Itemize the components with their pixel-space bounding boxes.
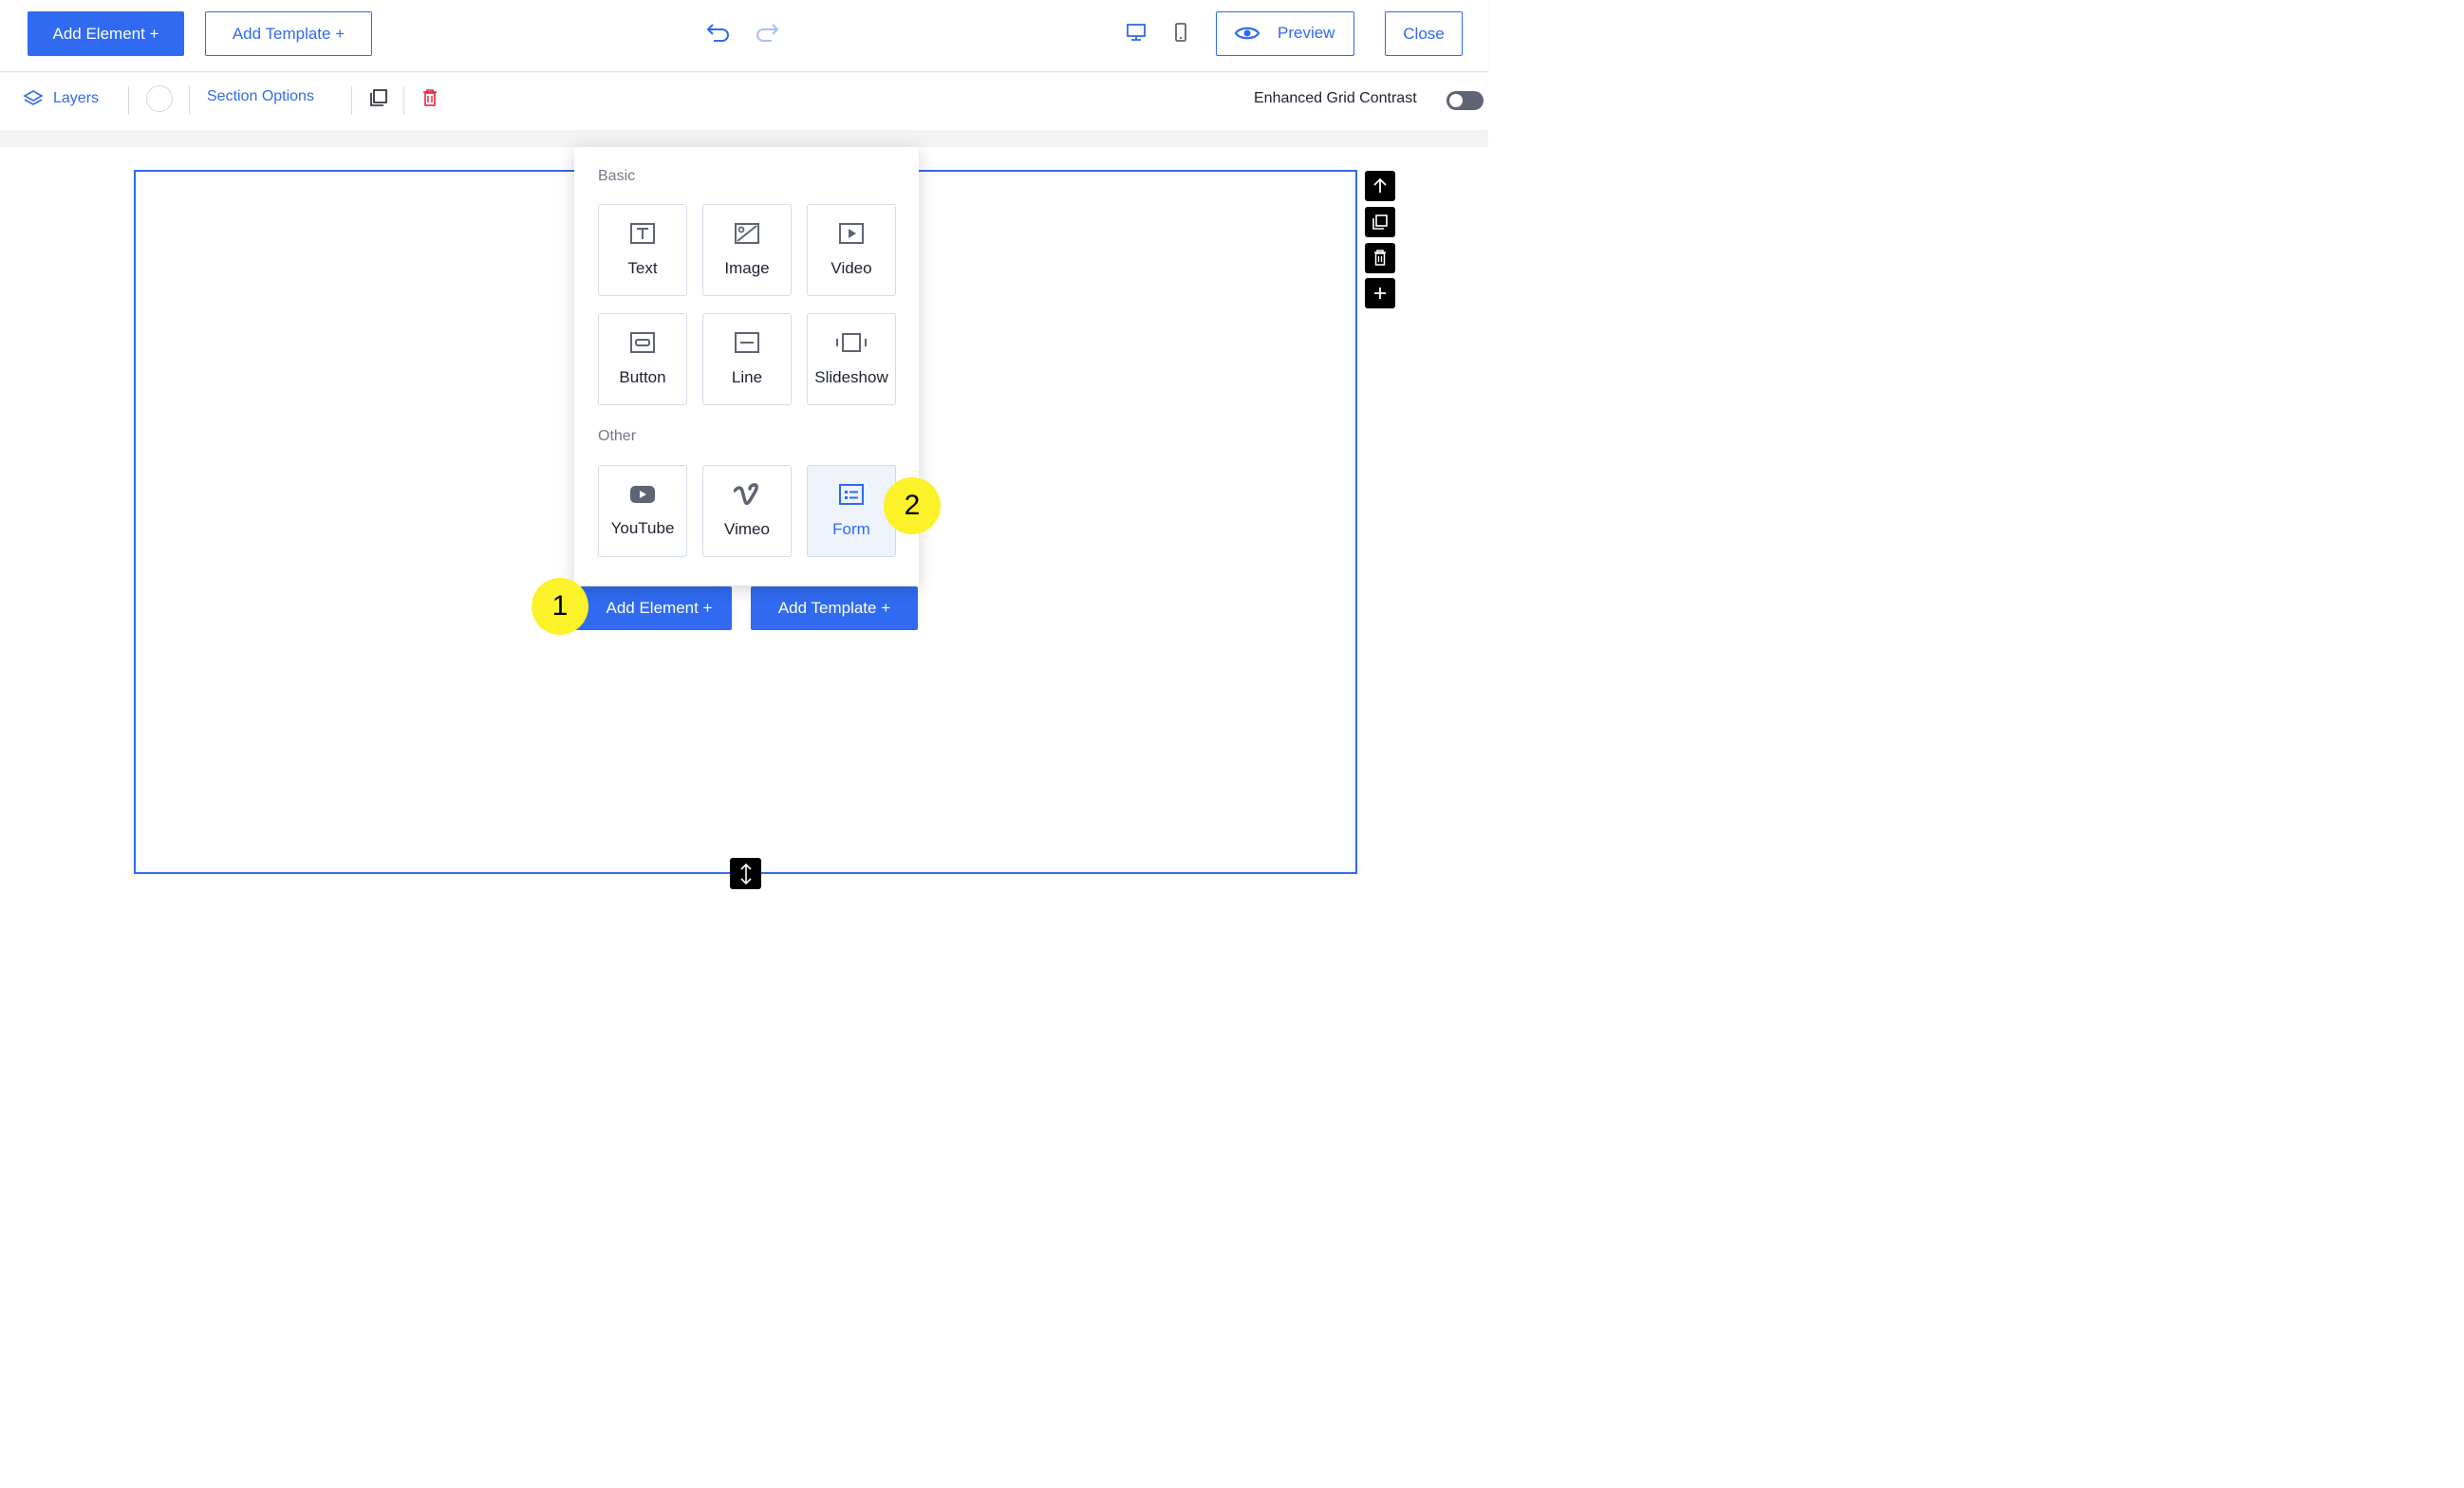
button-icon [629,331,656,359]
section-side-tools [1365,171,1395,309]
tile-label: Button [619,368,666,386]
add-section-icon[interactable] [1365,278,1395,308]
form-icon [838,483,865,511]
image-icon [734,222,760,250]
slideshow-icon [835,331,868,359]
element-tile-text[interactable]: Text [598,204,687,296]
canvas-add-element-label: Add Element + [606,599,713,617]
video-icon [838,222,865,250]
move-up-icon[interactable] [1365,171,1395,201]
desktop-icon[interactable] [1120,16,1152,48]
section-color-swatch[interactable] [146,85,173,112]
trash-icon[interactable] [419,86,441,109]
step-badge-1: 1 [532,578,588,635]
section-toolbar: Layers Section Options Enhanced Grid Con… [0,73,1488,130]
eye-icon [1233,23,1261,44]
tile-label: YouTube [610,519,675,537]
divider [351,86,352,115]
duplicate-icon[interactable] [367,86,390,109]
resize-handle-icon[interactable] [730,858,761,889]
youtube-icon [629,484,656,510]
divider [403,86,404,115]
section-options-button[interactable]: Section Options [207,88,314,105]
group-label-other: Other [598,428,637,444]
canvas-add-template-button[interactable]: Add Template + [751,586,918,630]
add-element-button[interactable]: Add Element + [28,11,184,56]
layers-label: Layers [53,90,100,106]
tile-label: Form [832,520,870,538]
undo-icon[interactable] [702,16,735,48]
close-button[interactable]: Close [1385,11,1463,56]
element-tile-slideshow[interactable]: Slideshow [807,313,896,405]
toggle-knob [1449,94,1463,107]
step-badge-2: 2 [884,477,941,534]
text-icon [629,222,656,250]
canvas-top-strip [0,130,1488,147]
tile-label: Line [731,368,763,386]
divider [128,86,129,115]
add-element-popup: Basic Text Image Video Button Line Slide… [574,147,919,586]
element-tile-video[interactable]: Video [807,204,896,296]
element-tile-image[interactable]: Image [702,204,792,296]
add-template-button[interactable]: Add Template + [205,11,372,56]
redo-icon[interactable] [751,16,783,48]
tile-label: Image [724,259,770,277]
preview-button[interactable]: Preview [1216,11,1354,56]
enhanced-grid-label: Enhanced Grid Contrast [1254,90,1417,106]
preview-label: Preview [1278,24,1335,42]
duplicate-section-icon[interactable] [1365,207,1395,237]
element-tile-youtube[interactable]: YouTube [598,465,687,557]
mobile-icon[interactable] [1165,16,1197,48]
canvas-add-element-button[interactable]: Add Element + [573,586,732,630]
tile-label: Video [831,259,872,277]
layers-button[interactable]: Layers [23,87,99,110]
vimeo-icon [733,483,760,511]
line-icon [734,331,760,359]
element-tile-line[interactable]: Line [702,313,792,405]
element-tile-form[interactable]: Form [807,465,896,557]
divider [189,86,190,115]
element-tile-vimeo[interactable]: Vimeo [702,465,792,557]
tile-label: Text [627,259,658,277]
tile-label: Slideshow [814,368,888,386]
group-label-basic: Basic [598,168,636,184]
enhanced-grid-toggle[interactable] [1447,91,1484,110]
layers-icon [23,88,44,109]
element-tile-button[interactable]: Button [598,313,687,405]
delete-section-icon[interactable] [1365,243,1395,273]
tile-label: Vimeo [724,520,770,538]
top-bar: Add Element + Add Template + Preview Clo… [0,0,1488,72]
